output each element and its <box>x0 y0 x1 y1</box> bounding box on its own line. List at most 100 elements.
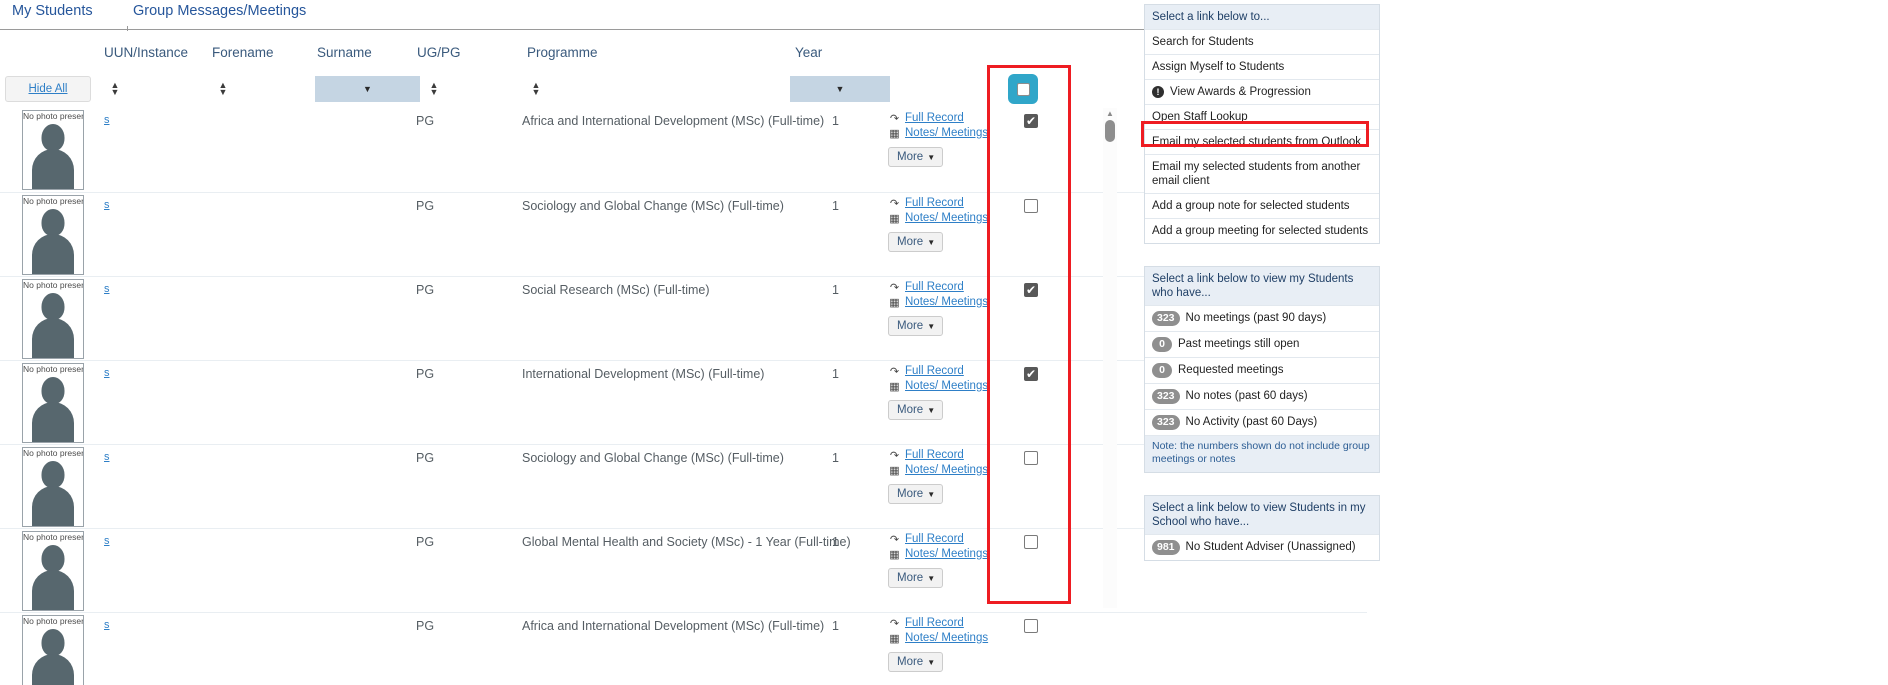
more-button[interactable]: More ▼ <box>888 147 944 167</box>
row-select-cell <box>1016 535 1046 554</box>
full-record-link[interactable]: Full Record <box>905 281 964 293</box>
uun-link[interactable]: s <box>104 451 110 463</box>
notes-meetings-link[interactable]: Notes/ Meetings <box>905 632 988 644</box>
uun-cell: s <box>104 451 110 463</box>
more-button[interactable]: More ▼ <box>888 484 944 504</box>
notes-meetings-link[interactable]: Notes/ Meetings <box>905 296 988 308</box>
full-record-link[interactable]: Full Record <box>905 112 964 124</box>
notes-meetings-link[interactable]: Notes/ Meetings <box>905 212 988 224</box>
hide-all-link[interactable]: Hide All <box>29 83 68 95</box>
uun-link[interactable]: s <box>104 199 110 211</box>
notes-meetings-action[interactable]: ▦ Notes/ Meetings <box>888 295 1018 309</box>
row-select-checkbox[interactable] <box>1024 113 1038 129</box>
person-silhouette-icon <box>31 293 75 358</box>
more-button[interactable]: More ▼ <box>888 400 944 420</box>
notes-meetings-link[interactable]: Notes/ Meetings <box>905 548 988 560</box>
notes-meetings-link[interactable]: Notes/ Meetings <box>905 464 988 476</box>
sidebar-link-item[interactable]: Open Staff Lookup <box>1145 104 1379 129</box>
more-button[interactable]: More ▼ <box>888 316 944 336</box>
full-record-action[interactable]: ↷ Full Record <box>888 111 1018 125</box>
full-record-action[interactable]: ↷ Full Record <box>888 364 1018 378</box>
select-all-checkbox[interactable] <box>1008 74 1038 104</box>
table-scrollbar-track[interactable] <box>1103 108 1117 608</box>
table-scrollbar-thumb[interactable] <box>1105 120 1115 142</box>
full-record-action[interactable]: ↷ Full Record <box>888 280 1018 294</box>
row-select-cell <box>1016 199 1046 218</box>
photo-placeholder-label: No photo present <box>23 280 84 290</box>
row-actions: ↷ Full Record ▦ Notes/ Meetings More ▼ <box>888 111 1018 167</box>
notes-meetings-action[interactable]: ▦ Notes/ Meetings <box>888 547 1018 561</box>
full-record-link[interactable]: Full Record <box>905 197 964 209</box>
sidebar-stat-item[interactable]: 323 No meetings (past 90 days) <box>1145 305 1379 331</box>
row-select-checkbox[interactable] <box>1024 199 1038 213</box>
row-select-checkbox[interactable] <box>1024 366 1038 382</box>
uun-link[interactable]: s <box>104 114 110 126</box>
tab-group-messages-meetings[interactable]: Group Messages/Meetings <box>133 3 306 19</box>
row-select-checkbox[interactable] <box>1024 451 1038 465</box>
full-record-action[interactable]: ↷ Full Record <box>888 616 1018 630</box>
programme-cell: Sociology and Global Change (MSc) (Full-… <box>522 199 784 213</box>
row-select-cell <box>1016 366 1046 386</box>
row-select-checkbox[interactable] <box>1024 535 1038 549</box>
full-record-action[interactable]: ↷ Full Record <box>888 532 1018 546</box>
sort-toggle-ugpg-icon[interactable] <box>427 80 441 98</box>
sidebar-link-item[interactable]: Add a group meeting for selected student… <box>1145 218 1379 243</box>
sidebar-stat-item[interactable]: 323 No notes (past 60 days) <box>1145 383 1379 409</box>
full-record-link[interactable]: Full Record <box>905 449 964 461</box>
uun-link[interactable]: s <box>104 619 110 631</box>
more-button[interactable]: More ▼ <box>888 232 944 252</box>
uun-cell: s <box>104 367 110 379</box>
sidebar-link-item[interactable]: Email my selected students from another … <box>1145 154 1379 193</box>
sidebar-link-item[interactable]: Search for Students <box>1145 29 1379 54</box>
more-button-label: More <box>897 572 924 584</box>
sort-toggle-uun-icon[interactable] <box>108 80 122 98</box>
sidebar-link-item[interactable]: Assign Myself to Students <box>1145 54 1379 79</box>
uun-link[interactable]: s <box>104 535 110 547</box>
uun-link[interactable]: s <box>104 367 110 379</box>
notes-meetings-action[interactable]: ▦ Notes/ Meetings <box>888 211 1018 225</box>
sidebar-stat-item[interactable]: 0 Past meetings still open <box>1145 331 1379 357</box>
avatar: No photo present <box>22 531 84 611</box>
row-select-checkbox[interactable] <box>1024 619 1038 633</box>
photo-placeholder-label: No photo present <box>23 448 84 458</box>
notes-meetings-action[interactable]: ▦ Notes/ Meetings <box>888 631 1018 645</box>
person-silhouette-icon <box>31 377 75 442</box>
notes-meetings-link[interactable]: Notes/ Meetings <box>905 127 988 139</box>
sidebar-stat-item[interactable]: 323 No Activity (past 60 Days) <box>1145 409 1379 435</box>
full-record-action[interactable]: ↷ Full Record <box>888 448 1018 462</box>
sidebar-link-item[interactable]: Email my selected students from Outlook <box>1145 129 1379 154</box>
chevron-down-icon: ▼ <box>927 152 936 162</box>
more-button[interactable]: More ▼ <box>888 568 944 588</box>
avatar: No photo present <box>22 363 84 443</box>
uun-link[interactable]: s <box>104 283 110 295</box>
notes-meetings-action[interactable]: ▦ Notes/ Meetings <box>888 379 1018 393</box>
sort-toggle-forename-icon[interactable] <box>216 80 230 98</box>
filter-dropdown-year[interactable] <box>790 76 890 102</box>
sidebar-stat-item[interactable]: 0 Requested meetings <box>1145 357 1379 383</box>
full-record-action[interactable]: ↷ Full Record <box>888 196 1018 210</box>
sidebar-link-item[interactable]: ! View Awards & Progression <box>1145 79 1379 104</box>
sidebar-stat-item[interactable]: 981 No Student Adviser (Unassigned) <box>1145 534 1379 560</box>
sidebar-link-label: Search for Students <box>1152 36 1254 48</box>
full-record-link[interactable]: Full Record <box>905 365 964 377</box>
year-cell: 1 <box>832 199 839 213</box>
row-select-cell <box>1016 451 1046 470</box>
app-root: My Students Group Messages/Meetings UUN/… <box>0 0 1888 685</box>
scroll-up-arrow-icon[interactable]: ▲ <box>1105 110 1115 118</box>
photo-placeholder-label: No photo present <box>23 364 84 374</box>
tab-my-students[interactable]: My Students <box>12 3 93 19</box>
external-link-icon: ↷ <box>889 617 900 630</box>
notes-meetings-action[interactable]: ▦ Notes/ Meetings <box>888 463 1018 477</box>
hide-all-button[interactable]: Hide All <box>5 76 91 102</box>
column-header-uun: UUN/Instance <box>104 45 189 60</box>
full-record-link[interactable]: Full Record <box>905 533 964 545</box>
notes-meetings-link[interactable]: Notes/ Meetings <box>905 380 988 392</box>
more-button[interactable]: More ▼ <box>888 652 944 672</box>
sidebar-link-item[interactable]: Add a group note for selected students <box>1145 193 1379 218</box>
notes-meetings-action[interactable]: ▦ Notes/ Meetings <box>888 126 1018 140</box>
full-record-link[interactable]: Full Record <box>905 617 964 629</box>
row-actions: ↷ Full Record ▦ Notes/ Meetings More ▼ <box>888 196 1018 252</box>
filter-dropdown-surname[interactable] <box>315 76 420 102</box>
row-select-checkbox[interactable] <box>1024 282 1038 298</box>
sort-toggle-programme-icon[interactable] <box>529 80 543 98</box>
